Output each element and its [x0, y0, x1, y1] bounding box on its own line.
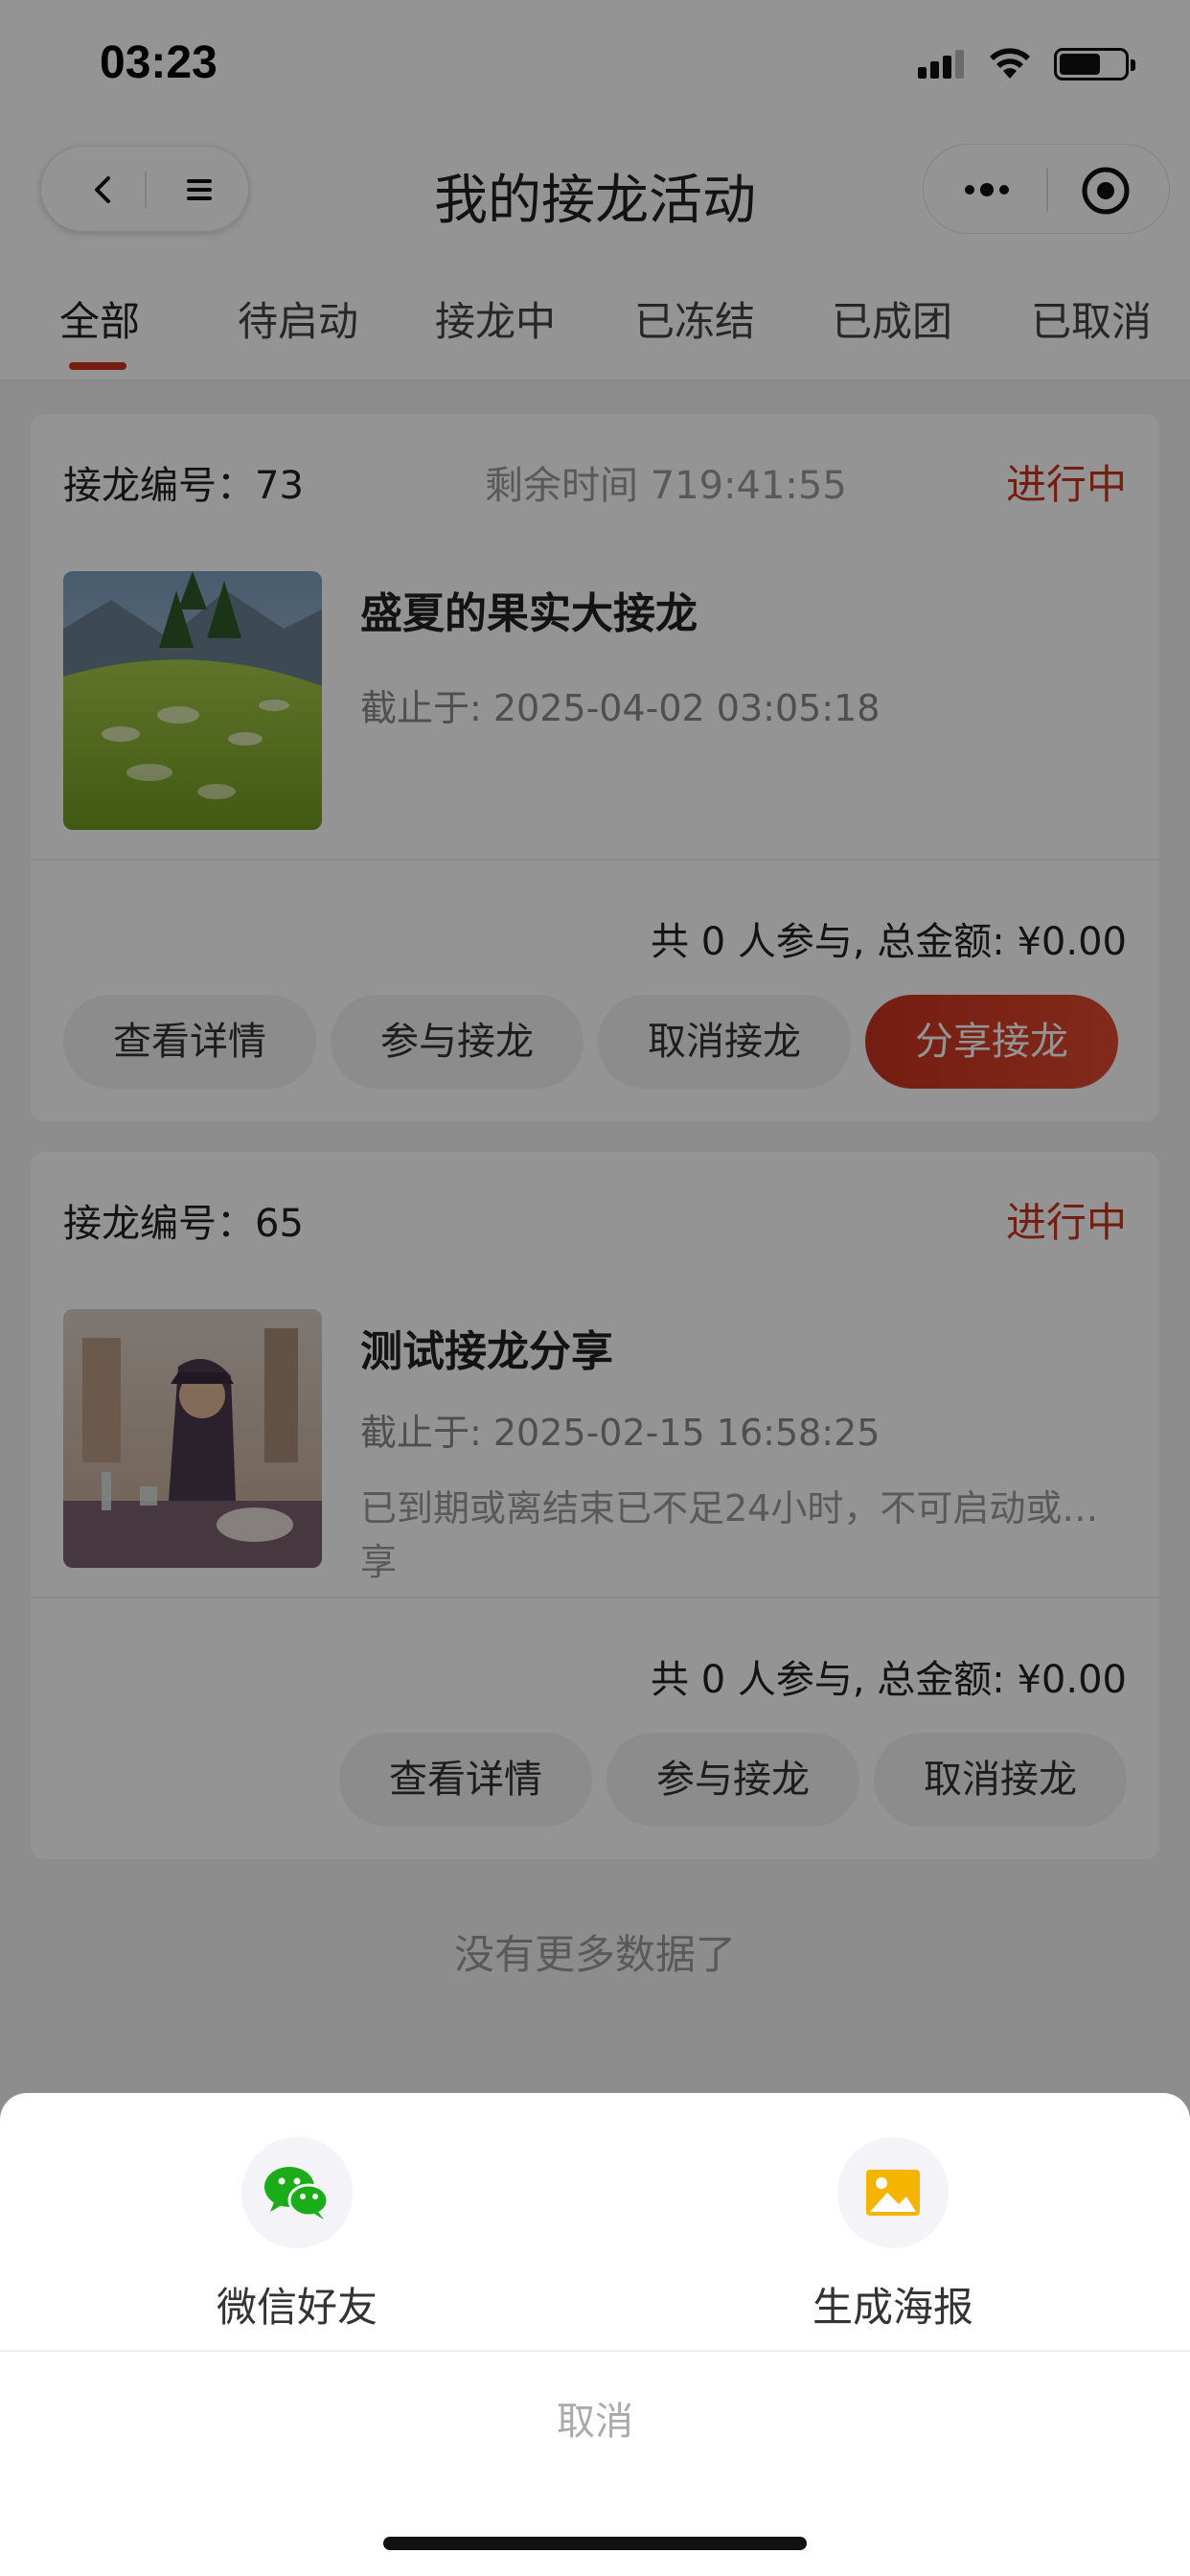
divider	[0, 2350, 1190, 2352]
cancel-button[interactable]: 取消	[0, 2390, 1190, 2446]
share-wechat-label: 微信好友	[216, 2284, 378, 2331]
image-icon	[866, 2170, 920, 2216]
share-generate-poster[interactable]: 生成海报	[749, 2093, 1037, 2334]
wechat-icon	[264, 2167, 330, 2220]
share-wechat-friend[interactable]: 微信好友	[153, 2093, 441, 2334]
share-poster-label: 生成海报	[812, 2284, 973, 2331]
home-indicator	[383, 2537, 807, 2550]
share-sheet: 微信好友 生成海报 取消	[0, 2093, 1190, 2576]
